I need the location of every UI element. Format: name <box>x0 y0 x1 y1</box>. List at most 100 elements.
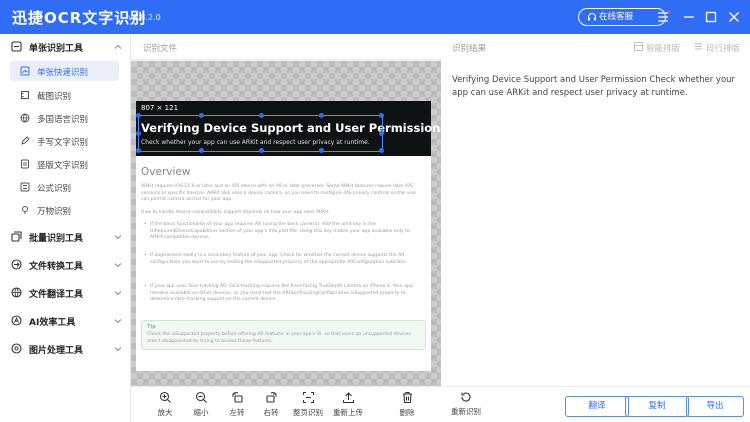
sidebar-group-translate[interactable]: 文件翻译工具 <box>0 282 131 304</box>
convert-icon <box>11 259 22 270</box>
result-footer: 重新识别 翻译 复制 导出 <box>441 386 750 422</box>
bullet-item: If the basic functionality of your app r… <box>144 222 420 242</box>
ai-icon <box>11 315 22 326</box>
image-tool-icon <box>11 343 22 354</box>
file-panel-header: 识别文件 <box>131 34 441 60</box>
result-panel: 识别结果 智能排版 段行排版 Verifying Device Support … <box>441 34 750 422</box>
rotate-right-button[interactable]: 右转 <box>254 390 288 420</box>
minimize-icon[interactable] <box>681 9 697 25</box>
tip-title: Tip <box>147 324 156 330</box>
result-text[interactable]: Verifying Device Support and User Permis… <box>452 74 744 100</box>
overview-title: Overview <box>141 166 191 178</box>
resize-handle[interactable] <box>319 113 324 118</box>
trash-icon <box>402 391 412 404</box>
tool-label: 整页识别 <box>293 408 323 417</box>
line-layout-option[interactable]: 段行排版 <box>695 42 741 54</box>
sidebar-group-batch[interactable]: 批量识别工具 <box>0 226 131 248</box>
reupload-button[interactable]: 重新上传 <box>331 390 365 420</box>
sidebar-item-label: 万物识别 <box>37 207 72 217</box>
smart-layout-label: 智能排版 <box>646 44 681 54</box>
document-image: 807 × 121 Verifying Device Support and U… <box>136 101 440 371</box>
resize-handle[interactable] <box>379 131 384 136</box>
resize-handle[interactable] <box>319 148 324 153</box>
preview-toolbar: 放大 缩小 左转 右转 整页识别 重新上传 删除 <box>131 386 441 422</box>
document-body: Overview ARKit requires iOS 11.0 or late… <box>136 156 431 371</box>
maximize-icon[interactable] <box>703 9 719 25</box>
sidebar: 单张识别工具 单张快速识别 截图识别 多国语言识别 手写文字识别 竖版文字识别 … <box>0 34 131 422</box>
sidebar-group-single[interactable]: 单张识别工具 <box>0 36 131 58</box>
resize-handle[interactable] <box>136 131 141 136</box>
tip-box: Tip Check the isSupported property befor… <box>141 320 426 350</box>
sidebar-item-label: 公式识别 <box>37 184 72 194</box>
tool-label: 重新上传 <box>333 408 363 417</box>
sidebar-group-label: 文件翻译工具 <box>29 290 84 300</box>
layout-icon <box>634 42 643 51</box>
rotate-right-icon <box>265 391 276 403</box>
translate-icon <box>11 287 22 298</box>
full-page-ocr-button[interactable]: 整页识别 <box>291 390 325 420</box>
sidebar-item-vertical-text[interactable]: 竖版文字识别 <box>10 154 119 174</box>
resize-handle[interactable] <box>199 113 204 118</box>
online-service-label: 在线客服 <box>599 12 634 22</box>
resize-handle[interactable] <box>379 148 384 153</box>
sidebar-item-objects[interactable]: 万物识别 <box>10 200 119 220</box>
delete-button[interactable]: 删除 <box>390 390 424 420</box>
sidebar-item-handwriting[interactable]: 手写文字识别 <box>10 131 119 151</box>
tool-label: 左转 <box>229 408 245 417</box>
single-scan-icon <box>11 41 22 52</box>
bullet-item: If augmented reality is a secondary feat… <box>144 253 420 266</box>
upload-icon <box>342 392 354 404</box>
resize-handle[interactable] <box>136 148 141 153</box>
file-panel-title: 识别文件 <box>143 44 178 54</box>
resize-handle[interactable] <box>259 113 264 118</box>
copy-button[interactable]: 复制 <box>625 396 689 417</box>
chevron-down-icon <box>114 319 122 324</box>
sidebar-group-ai[interactable]: AI效率工具 <box>0 310 131 332</box>
zoom-in-button[interactable]: 放大 <box>148 390 182 420</box>
sidebar-item-screenshot[interactable]: 截图识别 <box>10 85 119 105</box>
rotate-left-icon <box>232 391 243 403</box>
sidebar-item-label: 手写文字识别 <box>37 138 89 148</box>
resize-handle[interactable] <box>379 113 384 118</box>
globe-icon <box>20 113 30 123</box>
zoom-out-button[interactable]: 缩小 <box>184 390 218 420</box>
overview-paragraph: How to handle device compatibility suppo… <box>141 210 330 215</box>
chevron-up-icon <box>114 44 122 49</box>
vertical-text-icon <box>21 159 29 169</box>
tip-text: Check the isSupported property before of… <box>147 332 411 344</box>
smart-layout-option[interactable]: 智能排版 <box>634 42 681 54</box>
crop-icon <box>21 91 29 99</box>
sidebar-item-multilang[interactable]: 多国语言识别 <box>10 108 119 128</box>
zoom-in-icon <box>159 391 171 403</box>
sidebar-group-convert[interactable]: 文件转换工具 <box>0 254 131 276</box>
translate-button[interactable]: 翻译 <box>565 396 629 417</box>
full-page-icon <box>302 391 314 404</box>
image-preview-canvas[interactable]: 807 × 121 Verifying Device Support and U… <box>131 61 441 386</box>
online-service-button[interactable]: 在线客服 <box>578 8 666 26</box>
sidebar-item-quick-scan[interactable]: 单张快速识别 <box>10 61 119 81</box>
tool-label: 缩小 <box>193 408 209 417</box>
sidebar-item-label: 单张快速识别 <box>37 68 89 78</box>
close-icon[interactable] <box>726 9 742 25</box>
resize-handle[interactable] <box>259 148 264 153</box>
selection-box[interactable] <box>136 113 384 153</box>
zoom-out-icon <box>195 391 207 403</box>
rotate-left-button[interactable]: 左转 <box>220 390 254 420</box>
flower-icon <box>22 206 28 214</box>
list-icon <box>695 43 702 50</box>
file-panel: 识别文件 807 × 121 Verifying Device Support … <box>131 34 441 422</box>
tool-label: 放大 <box>157 408 173 417</box>
sidebar-item-label: 多国语言识别 <box>37 115 89 125</box>
resize-handle[interactable] <box>136 113 141 118</box>
line-layout-label: 段行排版 <box>706 44 741 54</box>
reidentify-button[interactable]: 重新识别 <box>449 391 483 417</box>
selection-dimension-label: 807 × 121 <box>141 104 179 112</box>
menu-icon[interactable] <box>655 9 671 25</box>
sidebar-item-label: 竖版文字识别 <box>37 161 89 171</box>
refresh-icon <box>461 392 471 402</box>
resize-handle[interactable] <box>199 148 204 153</box>
sidebar-item-formula[interactable]: 公式识别 <box>10 177 119 197</box>
batch-icon <box>11 231 22 242</box>
export-button[interactable]: 导出 <box>686 396 744 417</box>
sidebar-group-image-tools[interactable]: 图片处理工具 <box>0 338 131 360</box>
